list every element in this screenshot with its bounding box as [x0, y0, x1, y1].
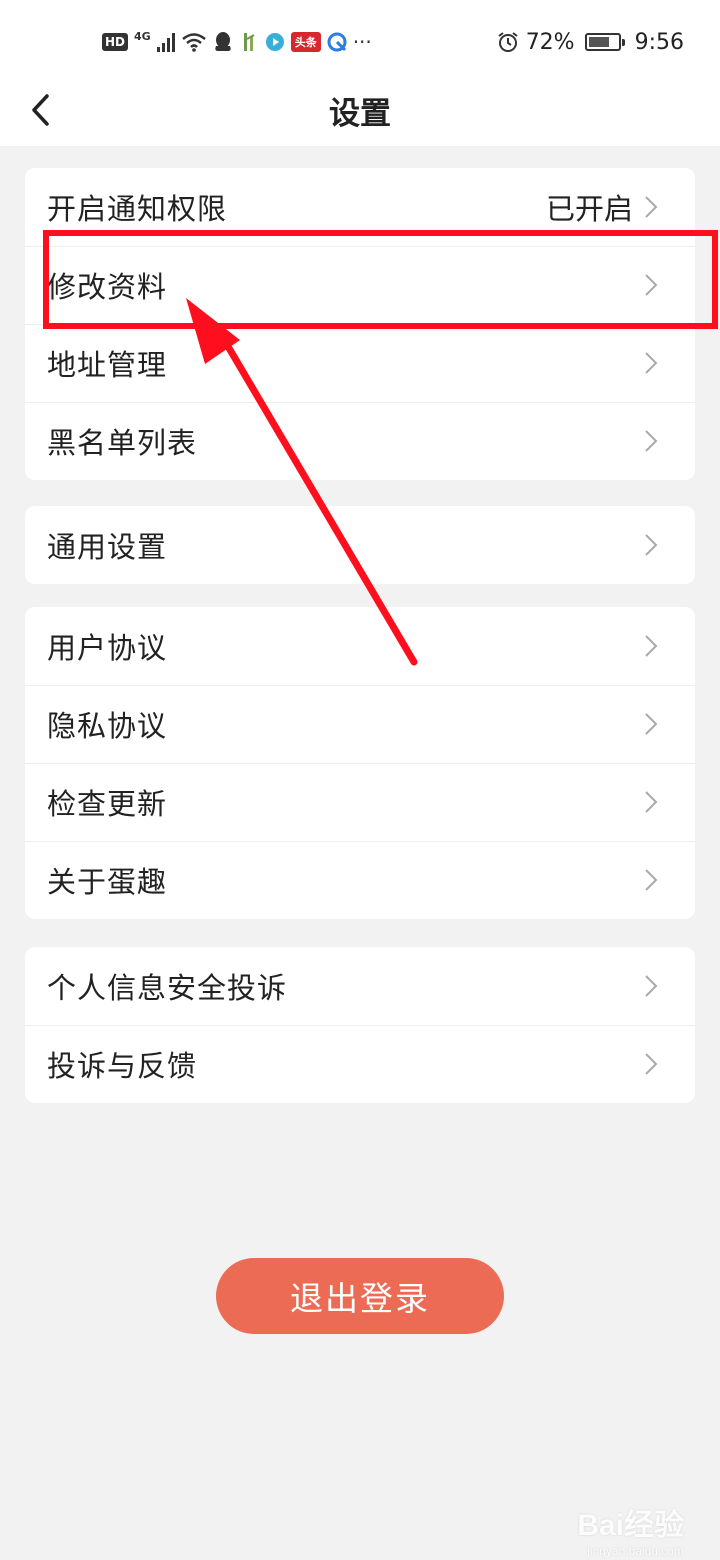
settings-group-general: 通用设置 [25, 506, 695, 584]
settings-group-complaints: 个人信息安全投诉 投诉与反馈 [25, 947, 695, 1103]
address-management-row[interactable]: 地址管理 [25, 324, 695, 402]
status-bar-right: 72% 9:56 [496, 26, 684, 58]
clock-time: 9:56 [634, 29, 684, 55]
row-label: 地址管理 [47, 348, 168, 382]
chevron-right-icon [645, 352, 658, 374]
watermark-url: jingyan.baidu.com [587, 1544, 684, 1558]
row-label: 隐私协议 [47, 709, 168, 743]
complaint-feedback-row[interactable]: 投诉与反馈 [25, 1025, 695, 1103]
logout-button[interactable]: 退出登录 [216, 1258, 504, 1334]
settings-group-account: 开启通知权限 已开启 修改资料 地址管理 黑名单列表 [25, 168, 695, 480]
chevron-right-icon [645, 791, 658, 813]
privacy-agreement-row[interactable]: 隐私协议 [25, 685, 695, 763]
personal-info-complaint-row[interactable]: 个人信息安全投诉 [25, 947, 695, 1025]
notification-permission-row[interactable]: 开启通知权限 已开启 [25, 168, 695, 246]
check-update-row[interactable]: 检查更新 [25, 763, 695, 841]
signal-icon [156, 32, 175, 52]
network-type-label: 4G [134, 29, 151, 43]
chevron-right-icon [645, 534, 658, 556]
edit-profile-row[interactable]: 修改资料 [25, 246, 695, 324]
battery-icon [584, 33, 625, 51]
user-agreement-row[interactable]: 用户协议 [25, 607, 695, 685]
play-icon [265, 33, 284, 51]
toutiao-icon: 头条 [290, 32, 321, 52]
chevron-right-icon [645, 1053, 658, 1075]
battery-percent: 72% [525, 29, 575, 55]
status-bar-left: HD 4G 头条 ··· [102, 26, 372, 58]
chevron-right-icon [645, 274, 658, 296]
alarm-icon [498, 32, 518, 52]
status-bar: HD 4G 头条 ··· 72% 9:56 [0, 0, 720, 80]
browser-icon [327, 32, 347, 52]
row-label: 用户协议 [47, 631, 168, 665]
row-label: 个人信息安全投诉 [47, 971, 288, 1005]
chevron-right-icon [645, 430, 658, 452]
battery-level-fill [588, 37, 609, 47]
chevron-right-icon [645, 869, 658, 891]
bamboo-app-icon [243, 33, 255, 51]
row-label: 开启通知权限 [47, 192, 228, 226]
watermark-logo: Bai经验 [577, 1509, 684, 1542]
nav-bar: 设置 [0, 80, 720, 146]
watermark: Bai经验 jingyan.baidu.com [577, 1500, 684, 1558]
more-notifications-indicator: ··· [352, 30, 372, 54]
row-label: 关于蛋趣 [47, 865, 168, 899]
hd-badge: HD [102, 33, 129, 51]
row-label: 修改资料 [47, 270, 168, 304]
wifi-icon [181, 33, 206, 52]
settings-page: HD 4G 头条 ··· 72% 9:56 设置 开启通知权限 已开启 修改资料… [0, 0, 720, 1560]
chevron-right-icon [645, 196, 658, 218]
logout-label: 退出登录 [290, 1279, 430, 1318]
page-title: 设置 [329, 96, 391, 132]
qq-icon [215, 32, 231, 51]
row-label: 黑名单列表 [47, 426, 198, 460]
general-settings-row[interactable]: 通用设置 [25, 506, 695, 584]
row-label: 检查更新 [47, 787, 168, 821]
row-label: 投诉与反馈 [47, 1049, 198, 1083]
about-app-row[interactable]: 关于蛋趣 [25, 841, 695, 919]
chevron-right-icon [645, 713, 658, 735]
chevron-right-icon [645, 975, 658, 997]
row-label: 通用设置 [47, 530, 168, 564]
notification-status-value: 已开启 [545, 192, 633, 226]
settings-group-about: 用户协议 隐私协议 检查更新 关于蛋趣 [25, 607, 695, 919]
chevron-right-icon [645, 635, 658, 657]
blacklist-row[interactable]: 黑名单列表 [25, 402, 695, 480]
